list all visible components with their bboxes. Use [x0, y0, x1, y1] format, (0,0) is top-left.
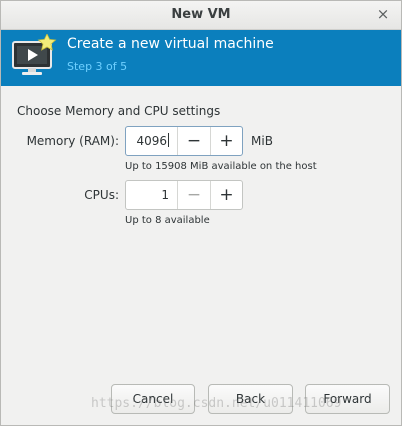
cancel-button[interactable]: Cancel — [111, 384, 195, 414]
memory-value-field[interactable]: 4096 — [126, 127, 178, 155]
memory-spinbutton[interactable]: 4096 − + — [125, 126, 243, 156]
memory-unit: MiB — [251, 134, 273, 148]
cpus-increment-button[interactable]: + — [210, 181, 242, 209]
wizard-title: Create a new virtual machine — [67, 36, 274, 52]
cpus-decrement-button[interactable]: − — [178, 181, 210, 209]
wizard-header: Create a new virtual machine Step 3 of 5 — [1, 30, 401, 86]
cpus-spinbutton[interactable]: 1 − + — [125, 180, 243, 210]
wizard-step: Step 3 of 5 — [67, 60, 128, 73]
memory-hint: Up to 15908 MiB available on the host — [125, 161, 317, 172]
cpus-hint: Up to 8 available — [125, 215, 210, 226]
memory-label: Memory (RAM): — [26, 134, 119, 148]
text-cursor — [168, 133, 169, 147]
close-icon[interactable]: × — [375, 6, 391, 22]
section-title: Choose Memory and CPU settings — [17, 104, 221, 118]
cpus-value: 1 — [161, 188, 169, 202]
vm-monitor-icon — [12, 34, 57, 75]
cpus-label: CPUs: — [84, 188, 119, 202]
wizard-content: Choose Memory and CPU settings Memory (R… — [1, 86, 401, 426]
memory-value: 4096 — [136, 134, 167, 148]
window-title: New VM — [171, 7, 231, 22]
memory-increment-button[interactable]: + — [210, 127, 242, 155]
titlebar[interactable]: New VM × — [1, 1, 401, 30]
forward-button[interactable]: Forward — [305, 384, 390, 414]
memory-decrement-button[interactable]: − — [178, 127, 210, 155]
cpus-value-field[interactable]: 1 — [126, 181, 178, 209]
new-vm-dialog: New VM × Create a new virtual machine St… — [0, 0, 402, 426]
back-button[interactable]: Back — [208, 384, 293, 414]
